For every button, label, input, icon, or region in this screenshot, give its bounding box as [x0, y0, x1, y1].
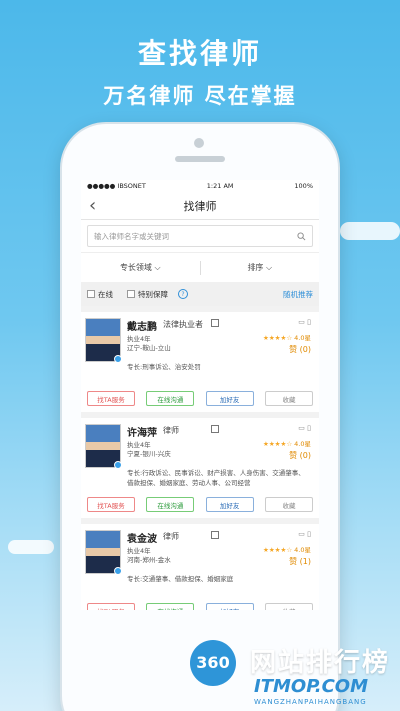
device-icons: ▭ ▯ — [298, 530, 311, 538]
back-icon[interactable]: ‹ — [89, 195, 96, 216]
lawyer-card[interactable]: 许海萍 律师 ▭ ▯ 执业4年 宁夏-银川-兴庆 ★★★★☆ 4.0星 赞 (0)… — [81, 418, 319, 518]
favorite-button[interactable]: 收藏 — [264, 391, 313, 406]
rating-stars: ★★★★☆ 4.0星 — [263, 546, 311, 554]
rating-stars: ★★★★☆ 4.0星 — [263, 334, 311, 342]
battery: 100% — [294, 182, 313, 190]
lawyer-role: 律师 — [163, 426, 179, 435]
like-count[interactable]: 赞 (0) — [289, 344, 311, 355]
help-icon[interactable]: ? — [178, 289, 188, 299]
site-watermark: 360 网站排行榜 ITMOP.COM WANGZHANPAIHANGBANG — [190, 640, 400, 711]
lawyer-card[interactable]: 戴志鹏 法律执业者 ▭ ▯ 执业4年 辽宁-鞍山-立山 ★★★★☆ 4.0星 赞 … — [81, 312, 319, 412]
search-input[interactable]: 输入律师名字或关键词 — [87, 225, 313, 247]
field-filter-label: 专长领域 — [119, 263, 152, 272]
random-recommend-link[interactable]: 随机推荐 — [283, 289, 313, 300]
card-actions: 找TA服务 在线沟通 加好友 收藏 — [87, 497, 313, 512]
online-checkbox[interactable] — [87, 290, 95, 298]
device-icons: ▭ ▯ — [298, 424, 311, 432]
like-count[interactable]: 赞 (1) — [289, 556, 311, 567]
lawyer-specialty: 专长:交通肇事、借款担保、婚姻家庭 — [127, 575, 234, 583]
like-count[interactable]: 赞 (0) — [289, 450, 311, 461]
device-icons: ▭ ▯ — [298, 318, 311, 326]
qr-code-icon[interactable] — [211, 531, 219, 539]
online-chat-button[interactable]: 在线沟通 — [146, 391, 195, 406]
online-label: 在线 — [98, 289, 113, 299]
phone-frame: ●●●●● IBSONET 1:21 AM 100% ‹ 找律师 输入律师名字或… — [60, 122, 340, 711]
sort-filter[interactable]: 排序 ⌵ — [201, 262, 320, 273]
chevron-down-icon: ⌵ — [265, 263, 273, 272]
watermark-title: 网站排行榜 — [250, 648, 391, 678]
favorite-button[interactable]: 收藏 — [264, 603, 313, 610]
lawyer-name: 戴志鹏 — [127, 322, 157, 333]
search-icon[interactable] — [297, 231, 306, 241]
chevron-down-icon: ⌵ — [154, 263, 161, 272]
watermark-logo: 360 — [190, 640, 236, 686]
qr-code-icon[interactable] — [211, 425, 219, 433]
cloud — [8, 540, 54, 554]
option-bar: 在线 特别保障 ? 随机推荐 — [81, 282, 319, 306]
filter-bar: 专长领域 ⌵ 排序 ⌵ — [81, 252, 319, 282]
rating-value: 4.0星 — [294, 440, 311, 448]
cloud — [340, 222, 400, 240]
promo-headline: 查找律师 — [137, 37, 262, 70]
nav-bar: ‹ 找律师 — [81, 192, 319, 220]
field-filter[interactable]: 专长领域 ⌵ — [81, 262, 200, 273]
camera — [194, 138, 204, 148]
search-bar: 输入律师名字或关键词 — [81, 220, 319, 252]
online-chat-button[interactable]: 在线沟通 — [146, 603, 195, 610]
app-screen: ●●●●● IBSONET 1:21 AM 100% ‹ 找律师 输入律师名字或… — [81, 180, 319, 610]
online-chat-button[interactable]: 在线沟通 — [146, 497, 195, 512]
watermark-sub: WANGZHANPAIHANGBANG — [254, 698, 367, 706]
favorite-button[interactable]: 收藏 — [264, 497, 313, 512]
special-label: 特别保障 — [138, 289, 168, 299]
lawyer-location: 河南-郑州-金水 — [127, 556, 171, 564]
clock: 1:21 AM — [206, 182, 234, 190]
rating-value: 4.0星 — [294, 334, 311, 342]
rating-stars: ★★★★☆ 4.0星 — [263, 440, 311, 448]
add-friend-button[interactable]: 加好友 — [205, 603, 254, 610]
verified-icon — [114, 461, 122, 469]
add-friend-button[interactable]: 加好友 — [205, 391, 254, 406]
qr-code-icon[interactable] — [211, 319, 219, 327]
verified-icon — [114, 355, 122, 363]
card-actions: 找TA服务 在线沟通 加好友 收藏 — [87, 603, 313, 610]
lawyer-role: 律师 — [163, 532, 179, 541]
carrier: ●●●●● IBSONET — [87, 182, 146, 190]
lawyer-location: 辽宁-鞍山-立山 — [127, 344, 171, 352]
find-service-button[interactable]: 找TA服务 — [87, 603, 135, 610]
verified-icon — [114, 567, 122, 575]
watermark-domain: ITMOP.COM — [254, 676, 369, 697]
special-checkbox[interactable] — [127, 290, 135, 298]
card-actions: 找TA服务 在线沟通 加好友 收藏 — [87, 391, 313, 406]
lawyer-location: 宁夏-银川-兴庆 — [127, 450, 171, 458]
find-service-button[interactable]: 找TA服务 — [87, 497, 135, 512]
add-friend-button[interactable]: 加好友 — [205, 497, 254, 512]
search-placeholder: 输入律师名字或关键词 — [94, 231, 169, 241]
promo-subline: 万名律师 尽在掌握 — [103, 84, 297, 108]
lawyer-name: 许海萍 — [127, 428, 157, 439]
status-bar: ●●●●● IBSONET 1:21 AM 100% — [81, 180, 319, 192]
page-title: 找律师 — [183, 199, 217, 213]
lawyer-role: 法律执业者 — [163, 320, 203, 329]
sort-filter-label: 排序 — [247, 263, 264, 272]
lawyer-specialty: 专长:刑事诉讼、治安处罚 — [127, 363, 201, 371]
rating-value: 4.0星 — [294, 546, 311, 554]
lawyer-name: 袁金波 — [127, 534, 157, 545]
lawyer-specialty: 专长:行政诉讼、民事诉讼、财产损害、人身伤害、交通肇事、借款担保、婚姻家庭、劳动… — [127, 469, 305, 487]
speaker — [175, 156, 225, 162]
find-service-button[interactable]: 找TA服务 — [87, 391, 135, 406]
lawyer-card[interactable]: 袁金波 律师 ▭ ▯ 执业4年 河南-郑州-金水 ★★★★☆ 4.0星 赞 (1)… — [81, 524, 319, 610]
